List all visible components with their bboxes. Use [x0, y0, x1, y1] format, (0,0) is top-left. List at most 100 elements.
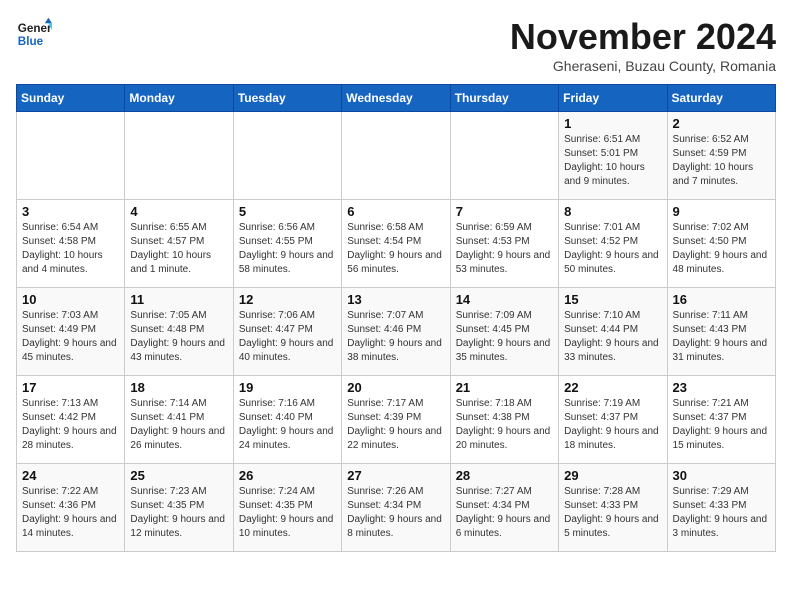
calendar-cell: 24 Sunrise: 7:22 AM Sunset: 4:36 PM Dayli… [17, 464, 125, 552]
day-number: 5 [239, 204, 336, 219]
cell-info: Sunrise: 6:55 AM Sunset: 4:57 PM Dayligh… [130, 221, 227, 277]
day-number: 14 [456, 292, 553, 307]
calendar-cell: 12 Sunrise: 7:06 AM Sunset: 4:47 PM Dayli… [233, 288, 341, 376]
calendar-cell: 26 Sunrise: 7:24 AM Sunset: 4:35 PM Dayli… [233, 464, 341, 552]
day-number: 22 [564, 380, 661, 395]
calendar-cell: 19 Sunrise: 7:16 AM Sunset: 4:40 PM Dayli… [233, 376, 341, 464]
day-number: 30 [673, 468, 770, 483]
day-number: 17 [22, 380, 119, 395]
calendar-cell: 9 Sunrise: 7:02 AM Sunset: 4:50 PM Daylig… [667, 200, 775, 288]
day-number: 26 [239, 468, 336, 483]
calendar-cell: 18 Sunrise: 7:14 AM Sunset: 4:41 PM Dayli… [125, 376, 233, 464]
cell-info: Sunrise: 7:01 AM Sunset: 4:52 PM Dayligh… [564, 221, 661, 277]
cell-info: Sunrise: 6:56 AM Sunset: 4:55 PM Dayligh… [239, 221, 336, 277]
cell-info: Sunrise: 7:11 AM Sunset: 4:43 PM Dayligh… [673, 309, 770, 365]
day-header-wednesday: Wednesday [342, 85, 450, 112]
cell-info: Sunrise: 7:09 AM Sunset: 4:45 PM Dayligh… [456, 309, 553, 365]
day-number: 13 [347, 292, 444, 307]
page-header: General Blue November 2024 Gheraseni, Bu… [16, 16, 776, 74]
calendar-cell: 8 Sunrise: 7:01 AM Sunset: 4:52 PM Daylig… [559, 200, 667, 288]
calendar-cell: 10Sunrise: 7:03 AM Sunset: 4:49 PM Dayli… [17, 288, 125, 376]
svg-text:General: General [18, 22, 52, 35]
day-number: 8 [564, 204, 661, 219]
day-header-saturday: Saturday [667, 85, 775, 112]
location-subtitle: Gheraseni, Buzau County, Romania [510, 58, 776, 74]
calendar-cell: 3 Sunrise: 6:54 AM Sunset: 4:58 PM Daylig… [17, 200, 125, 288]
day-number: 27 [347, 468, 444, 483]
day-number: 10 [22, 292, 119, 307]
day-number: 6 [347, 204, 444, 219]
day-number: 12 [239, 292, 336, 307]
calendar-cell: 14 Sunrise: 7:09 AM Sunset: 4:45 PM Dayli… [450, 288, 558, 376]
cell-info: Sunrise: 7:16 AM Sunset: 4:40 PM Dayligh… [239, 397, 336, 453]
calendar-week-3: 10Sunrise: 7:03 AM Sunset: 4:49 PM Dayli… [17, 288, 776, 376]
calendar-cell [450, 112, 558, 200]
cell-info: Sunrise: 6:52 AM Sunset: 4:59 PM Dayligh… [673, 133, 770, 189]
cell-info: Sunrise: 7:23 AM Sunset: 4:35 PM Dayligh… [130, 485, 227, 541]
calendar-cell: 17 Sunrise: 7:13 AM Sunset: 4:42 PM Dayli… [17, 376, 125, 464]
calendar-cell: 22Sunrise: 7:19 AM Sunset: 4:37 PM Dayli… [559, 376, 667, 464]
calendar-cell: 1 Sunrise: 6:51 AM Sunset: 5:01 PM Daylig… [559, 112, 667, 200]
day-number: 9 [673, 204, 770, 219]
cell-info: Sunrise: 7:22 AM Sunset: 4:36 PM Dayligh… [22, 485, 119, 541]
day-number: 1 [564, 116, 661, 131]
day-number: 7 [456, 204, 553, 219]
day-header-monday: Monday [125, 85, 233, 112]
cell-info: Sunrise: 7:28 AM Sunset: 4:33 PM Dayligh… [564, 485, 661, 541]
calendar-table: SundayMondayTuesdayWednesdayThursdayFrid… [16, 84, 776, 552]
cell-info: Sunrise: 7:06 AM Sunset: 4:47 PM Dayligh… [239, 309, 336, 365]
calendar-week-1: 1 Sunrise: 6:51 AM Sunset: 5:01 PM Daylig… [17, 112, 776, 200]
cell-info: Sunrise: 7:17 AM Sunset: 4:39 PM Dayligh… [347, 397, 444, 453]
calendar-cell: 11Sunrise: 7:05 AM Sunset: 4:48 PM Dayli… [125, 288, 233, 376]
day-number: 29 [564, 468, 661, 483]
calendar-cell: 5 Sunrise: 6:56 AM Sunset: 4:55 PM Daylig… [233, 200, 341, 288]
logo-icon: General Blue [16, 16, 52, 52]
calendar-cell: 25Sunrise: 7:23 AM Sunset: 4:35 PM Dayli… [125, 464, 233, 552]
calendar-cell: 4Sunrise: 6:55 AM Sunset: 4:57 PM Daylig… [125, 200, 233, 288]
calendar-header-row: SundayMondayTuesdayWednesdayThursdayFrid… [17, 85, 776, 112]
cell-info: Sunrise: 7:02 AM Sunset: 4:50 PM Dayligh… [673, 221, 770, 277]
calendar-cell [342, 112, 450, 200]
calendar-week-4: 17 Sunrise: 7:13 AM Sunset: 4:42 PM Dayli… [17, 376, 776, 464]
cell-info: Sunrise: 7:10 AM Sunset: 4:44 PM Dayligh… [564, 309, 661, 365]
calendar-cell [233, 112, 341, 200]
calendar-cell [125, 112, 233, 200]
day-number: 23 [673, 380, 770, 395]
calendar-cell: 23 Sunrise: 7:21 AM Sunset: 4:37 PM Dayli… [667, 376, 775, 464]
day-number: 3 [22, 204, 119, 219]
calendar-week-2: 3 Sunrise: 6:54 AM Sunset: 4:58 PM Daylig… [17, 200, 776, 288]
cell-info: Sunrise: 7:13 AM Sunset: 4:42 PM Dayligh… [22, 397, 119, 453]
day-number: 24 [22, 468, 119, 483]
cell-info: Sunrise: 7:07 AM Sunset: 4:46 PM Dayligh… [347, 309, 444, 365]
cell-info: Sunrise: 6:51 AM Sunset: 5:01 PM Dayligh… [564, 133, 661, 189]
day-header-tuesday: Tuesday [233, 85, 341, 112]
calendar-cell: 30 Sunrise: 7:29 AM Sunset: 4:33 PM Dayli… [667, 464, 775, 552]
cell-info: Sunrise: 7:18 AM Sunset: 4:38 PM Dayligh… [456, 397, 553, 453]
calendar-cell: 13 Sunrise: 7:07 AM Sunset: 4:46 PM Dayli… [342, 288, 450, 376]
calendar-cell: 15 Sunrise: 7:10 AM Sunset: 4:44 PM Dayli… [559, 288, 667, 376]
calendar-week-5: 24 Sunrise: 7:22 AM Sunset: 4:36 PM Dayli… [17, 464, 776, 552]
cell-info: Sunrise: 6:54 AM Sunset: 4:58 PM Dayligh… [22, 221, 119, 277]
cell-info: Sunrise: 7:05 AM Sunset: 4:48 PM Dayligh… [130, 309, 227, 365]
calendar-cell: 27 Sunrise: 7:26 AM Sunset: 4:34 PM Dayli… [342, 464, 450, 552]
title-block: November 2024 Gheraseni, Buzau County, R… [510, 16, 776, 74]
day-header-sunday: Sunday [17, 85, 125, 112]
calendar-cell: 2Sunrise: 6:52 AM Sunset: 4:59 PM Daylig… [667, 112, 775, 200]
cell-info: Sunrise: 7:29 AM Sunset: 4:33 PM Dayligh… [673, 485, 770, 541]
cell-info: Sunrise: 7:27 AM Sunset: 4:34 PM Dayligh… [456, 485, 553, 541]
calendar-cell: 28 Sunrise: 7:27 AM Sunset: 4:34 PM Dayli… [450, 464, 558, 552]
cell-info: Sunrise: 7:26 AM Sunset: 4:34 PM Dayligh… [347, 485, 444, 541]
cell-info: Sunrise: 7:14 AM Sunset: 4:41 PM Dayligh… [130, 397, 227, 453]
day-number: 18 [130, 380, 227, 395]
day-number: 19 [239, 380, 336, 395]
logo: General Blue [16, 16, 52, 52]
day-number: 28 [456, 468, 553, 483]
day-number: 20 [347, 380, 444, 395]
day-number: 21 [456, 380, 553, 395]
cell-info: Sunrise: 7:21 AM Sunset: 4:37 PM Dayligh… [673, 397, 770, 453]
calendar-cell: 7Sunrise: 6:59 AM Sunset: 4:53 PM Daylig… [450, 200, 558, 288]
cell-info: Sunrise: 7:24 AM Sunset: 4:35 PM Dayligh… [239, 485, 336, 541]
calendar-cell [17, 112, 125, 200]
day-header-friday: Friday [559, 85, 667, 112]
day-number: 15 [564, 292, 661, 307]
